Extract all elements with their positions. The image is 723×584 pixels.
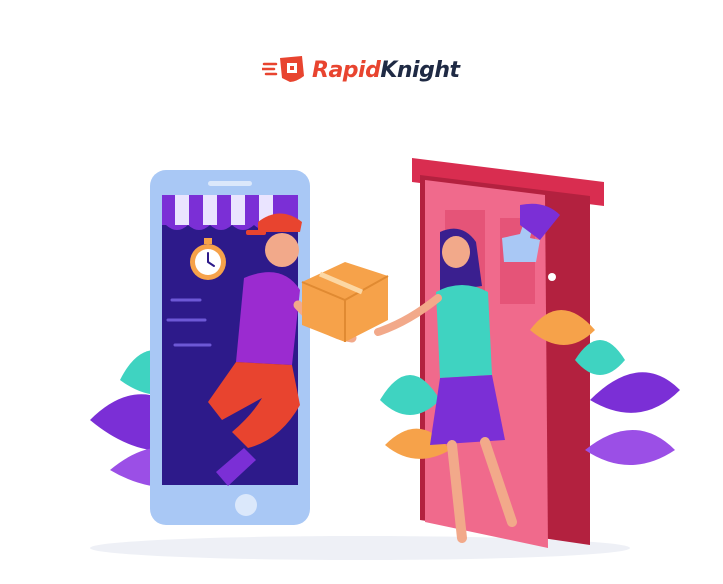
ground-shadow (90, 536, 630, 560)
delivery-illustration (90, 158, 680, 560)
